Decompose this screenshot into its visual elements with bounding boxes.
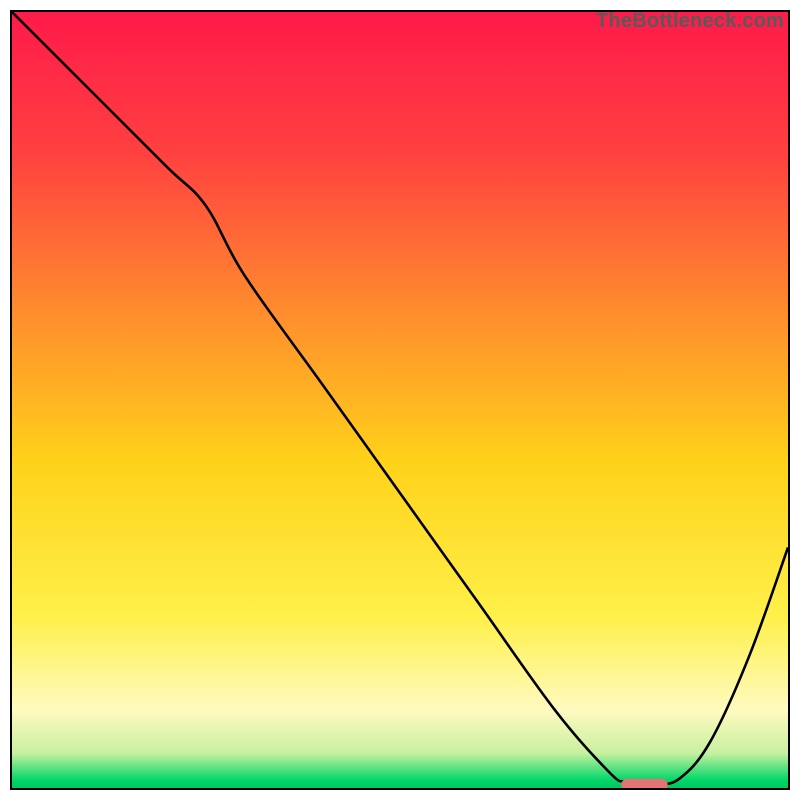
attribution-watermark: TheBottleneck.com <box>596 10 784 33</box>
bottleneck-chart <box>12 12 788 788</box>
optimal-range-marker <box>621 779 668 788</box>
chart-frame: TheBottleneck.com <box>10 10 790 790</box>
